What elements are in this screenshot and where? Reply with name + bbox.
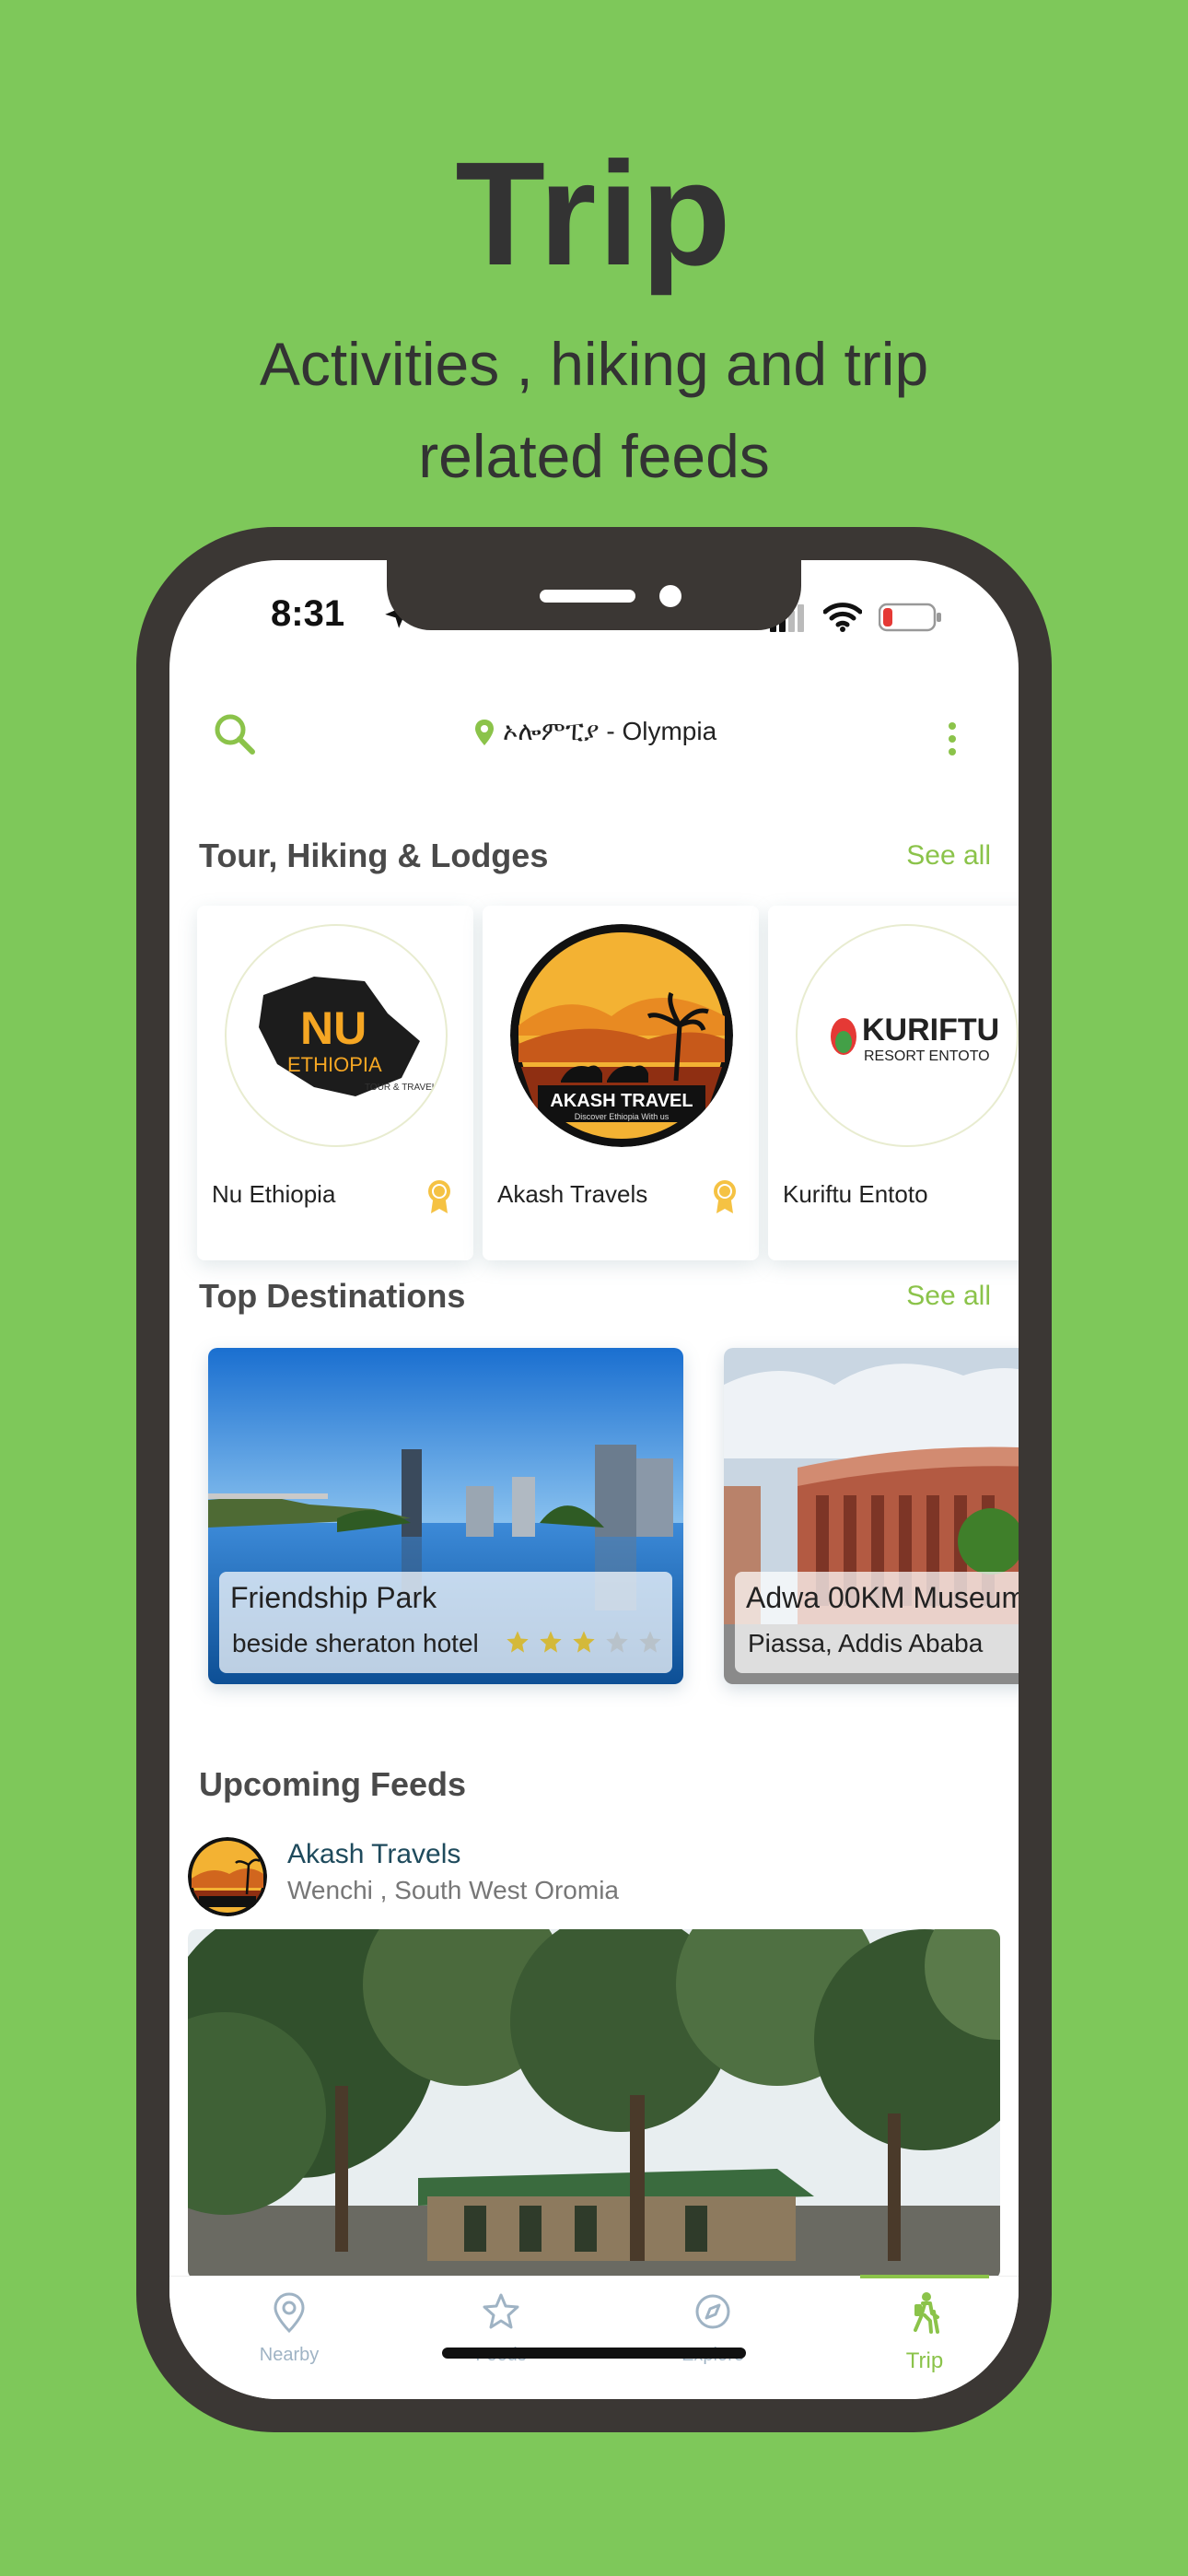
map-pin-icon [475, 719, 494, 745]
destinations-carousel[interactable]: Friendship Park beside sheraton hotel Ad… [169, 1337, 1019, 1687]
location-selector[interactable]: ኦሎምፒያ - Olympia [473, 717, 716, 747]
nu-logo-tag: TOUR & TRAVEL [365, 1083, 437, 1093]
promo-subtitle-line-2: related feeds [418, 422, 770, 490]
nu-ethiopia-logo: NU ETHIOPIA TOUR & TRAVEL [225, 924, 448, 1147]
tours-section-header: Tour, Hiking & Lodges See all [199, 837, 991, 875]
star-filled-icon [540, 1631, 562, 1653]
destination-info-overlay: Adwa 00KM Museum Piassa, Addis Ababa [735, 1572, 1019, 1673]
tour-name: Nu Ethiopia [212, 1180, 336, 1208]
tour-card[interactable]: KURIFTU RESORT ENTOTO Kuriftu Entoto [768, 906, 1019, 1260]
phone-notch [387, 560, 801, 630]
tours-carousel[interactable]: NU ETHIOPIA TOUR & TRAVEL Nu Ethiopia AK… [169, 906, 1019, 1265]
tour-card[interactable]: NU ETHIOPIA TOUR & TRAVEL Nu Ethiopia [197, 906, 473, 1260]
akash-logo-sub: Discover Ethiopia With us [575, 1112, 670, 1121]
star-filled-icon [573, 1631, 595, 1653]
promo-subtitle-line-1: Activities , hiking and trip [259, 330, 929, 398]
destinations-section-title: Top Destinations [199, 1277, 466, 1315]
kuriftu-logo: KURIFTU RESORT ENTOTO [796, 924, 1019, 1147]
nu-logo-sub: ETHIOPIA [287, 1053, 382, 1076]
tours-see-all-link[interactable]: See all [906, 840, 991, 872]
bottom-tab-bar: Nearby Feeds Explore [169, 2275, 1019, 2399]
akash-travel-logo: AKASH TRAVEL Discover Ethiopia With us [510, 924, 733, 1147]
tour-name: Akash Travels [497, 1180, 648, 1208]
tour-card[interactable]: AKASH TRAVEL Discover Ethiopia With us A… [483, 906, 759, 1260]
search-icon[interactable] [210, 709, 260, 759]
compass-icon [695, 2294, 730, 2329]
tab-label: Nearby [259, 2345, 320, 2365]
kuriftu-logo-graphic: KURIFTU RESORT ENTOTO [831, 1013, 999, 1064]
destinations-see-all-link[interactable]: See all [906, 1281, 991, 1312]
star-empty-icon [639, 1631, 661, 1653]
kuriftu-logo-sub: RESORT ENTOTO [864, 1048, 990, 1064]
rating-stars [505, 1629, 663, 1655]
destinations-section-header: Top Destinations See all [199, 1277, 991, 1316]
feeds-section-title: Upcoming Feeds [199, 1765, 467, 1803]
avatar[interactable] [188, 1837, 267, 1916]
akash-logo-text: AKASH TRAVEL [550, 1091, 693, 1111]
destination-name: Adwa 00KM Museum [746, 1581, 1019, 1614]
feed-location: Wenchi , South West Oromia [287, 1876, 619, 1904]
star-icon [483, 2293, 519, 2329]
tab-label: Trip [905, 2348, 944, 2373]
more-vertical-icon[interactable] [947, 720, 958, 757]
nu-logo-text: NU [300, 1002, 367, 1054]
akash-travel-avatar-graphic [188, 1837, 267, 1916]
phone-frame: 8:31 ኦሎምፒያ - Olympia Tour, Hiking & Lodg… [136, 527, 1052, 2432]
status-time: 8:31 [271, 593, 345, 634]
destination-name: Friendship Park [230, 1581, 437, 1614]
battery-icon [879, 603, 941, 632]
home-indicator [442, 2348, 746, 2359]
kuriftu-logo-text: KURIFTU [862, 1013, 999, 1048]
wifi-icon [823, 603, 862, 632]
akash-travel-logo-graphic: AKASH TRAVEL Discover Ethiopia With us [510, 924, 733, 1147]
nu-ethiopia-logo-graphic: NU ETHIOPIA TOUR & TRAVEL [259, 977, 437, 1096]
tab-explore[interactable]: Explore [621, 2277, 805, 2378]
destination-card[interactable]: Adwa 00KM Museum Piassa, Addis Ababa [724, 1348, 1019, 1684]
promo-title: Trip [455, 131, 733, 296]
tab-trip[interactable]: Trip [833, 2275, 1017, 2378]
star-empty-icon [606, 1631, 628, 1653]
tour-name: Kuriftu Entoto [783, 1180, 928, 1208]
hiking-icon [914, 2292, 939, 2334]
destination-card[interactable]: Friendship Park beside sheraton hotel [208, 1348, 683, 1684]
promo-subtitle: Activities , hiking and trip related fee… [0, 318, 1188, 502]
feed-image-graphic [188, 1929, 1000, 2279]
map-pin-icon [274, 2292, 305, 2334]
feed-image[interactable] [188, 1929, 1000, 2279]
front-camera [659, 585, 681, 607]
location-label: ኦሎምፒያ - Olympia [503, 717, 717, 745]
speaker-grill [540, 590, 635, 603]
verified-badge-icon [714, 1180, 736, 1213]
feed-author-name[interactable]: Akash Travels [287, 1839, 460, 1870]
phone-screen: 8:31 ኦሎምፒያ - Olympia Tour, Hiking & Lodg… [169, 560, 1019, 2399]
destination-location: Piassa, Addis Ababa [748, 1629, 984, 1657]
tab-feeds[interactable]: Feeds [409, 2277, 593, 2378]
verified-badge-icon [428, 1180, 450, 1213]
tours-section-title: Tour, Hiking & Lodges [199, 837, 549, 874]
star-filled-icon [507, 1631, 529, 1653]
tab-nearby[interactable]: Nearby [197, 2277, 381, 2378]
destination-location: beside sheraton hotel [232, 1629, 479, 1657]
destination-info-overlay: Friendship Park beside sheraton hotel [219, 1572, 672, 1673]
